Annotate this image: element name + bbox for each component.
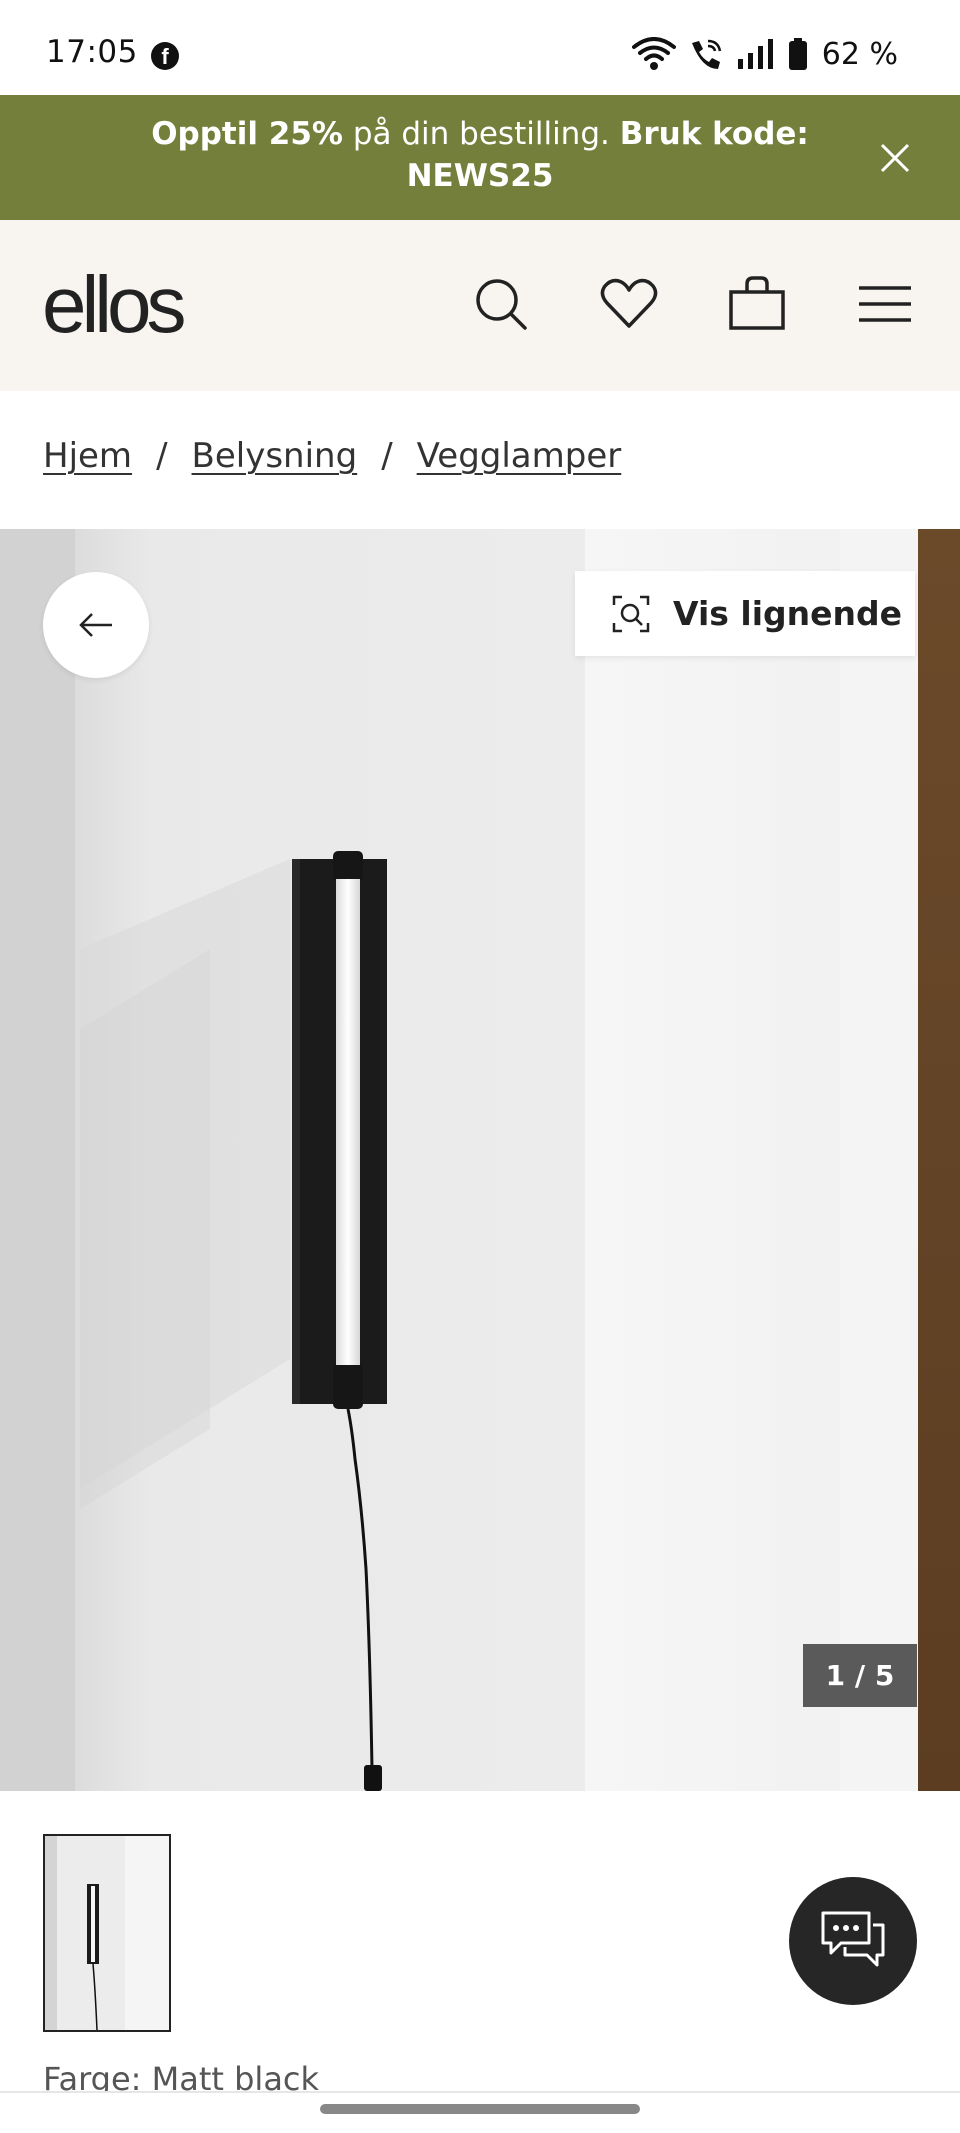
promo-banner: Opptil 25% på din bestilling. Bruk kode:… <box>0 95 960 220</box>
show-similar-label: Vis lignende <box>673 594 903 633</box>
promo-highlight: Opptil 25% <box>151 116 343 152</box>
breadcrumb-separator: / <box>156 436 168 476</box>
breadcrumb: Hjem / Belysning / Vegglamper <box>43 436 621 476</box>
show-similar-button[interactable]: Vis lignende <box>575 571 915 656</box>
product-image-gallery[interactable]: Vis lignende 1 / 5 <box>0 529 960 1791</box>
status-icons: 62 % <box>631 36 898 72</box>
breadcrumb-link-wall-lamps[interactable]: Vegglamper <box>417 436 622 476</box>
back-button[interactable] <box>43 572 149 678</box>
close-icon[interactable] <box>870 133 920 183</box>
thumbnail-image[interactable] <box>43 1834 171 2032</box>
promo-text: Opptil 25% på din bestilling. Bruk kode:… <box>120 113 840 197</box>
heart-icon[interactable] <box>597 272 661 336</box>
breadcrumb-link-lighting[interactable]: Belysning <box>192 436 358 476</box>
chat-button[interactable] <box>789 1877 917 2005</box>
facebook-icon: f <box>151 42 179 70</box>
visual-search-icon <box>612 595 650 632</box>
site-header: ellos <box>0 220 960 391</box>
promo-code-label: Bruk kode: <box>619 116 809 152</box>
battery-percent: 62 % <box>821 36 898 72</box>
battery-icon <box>788 37 808 71</box>
wifi-icon <box>631 37 676 71</box>
product-image <box>0 529 960 1791</box>
home-indicator[interactable] <box>320 2104 640 2114</box>
promo-body: på din bestilling. <box>343 116 620 152</box>
menu-icon[interactable] <box>853 272 917 336</box>
bag-icon[interactable] <box>725 272 789 336</box>
wifi-call-icon <box>688 37 724 71</box>
image-counter: 1 / 5 <box>803 1644 917 1707</box>
ellos-logo[interactable]: ellos <box>42 260 187 350</box>
signal-icon <box>736 37 776 71</box>
status-time: 17:05 <box>46 34 138 70</box>
breadcrumb-link-home[interactable]: Hjem <box>43 436 132 476</box>
promo-code: NEWS25 <box>406 158 554 194</box>
search-icon[interactable] <box>469 272 533 336</box>
breadcrumb-separator: / <box>381 436 393 476</box>
arrow-left-icon <box>79 613 112 637</box>
status-bar: 17:05 f 62 % <box>0 0 960 95</box>
chat-icon <box>821 1911 885 1967</box>
